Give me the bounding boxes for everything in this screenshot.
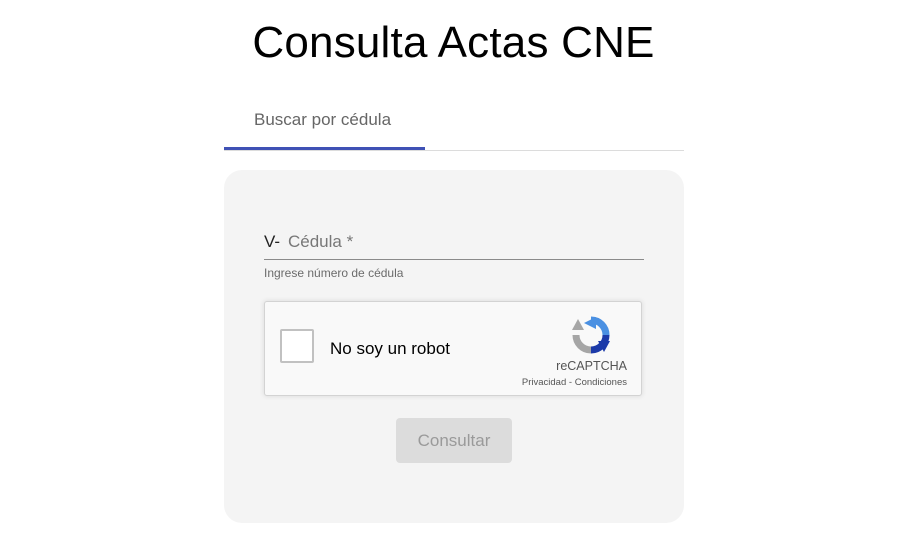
- recaptcha-brand: reCAPTCHA: [556, 359, 627, 373]
- recaptcha-privacy-link[interactable]: Privacidad: [522, 377, 566, 388]
- cedula-input[interactable]: [286, 228, 638, 256]
- consultar-button[interactable]: Consultar: [396, 418, 512, 463]
- recaptcha-links-separator: -: [566, 377, 575, 388]
- active-tab-indicator: [224, 147, 425, 150]
- recaptcha-links: Privacidad - Condiciones: [522, 377, 627, 388]
- recaptcha-logo-icon: [572, 316, 610, 354]
- page: Consulta Actas CNE Buscar por cédula V- …: [0, 0, 907, 536]
- page-title: Consulta Actas CNE: [252, 18, 655, 67]
- recaptcha-widget: No soy un robot reCAPTCHA Privacidad - C…: [264, 301, 642, 396]
- tab-buscar-por-cedula[interactable]: Buscar por cédula: [224, 95, 425, 150]
- cedula-prefix: V-: [264, 232, 281, 251]
- search-card: V- Ingrese número de cédula No soy un ro…: [224, 170, 684, 523]
- recaptcha-terms-link[interactable]: Condiciones: [575, 377, 627, 388]
- tab-bar: Buscar por cédula: [224, 95, 684, 151]
- cedula-field[interactable]: V-: [264, 228, 644, 260]
- recaptcha-label: No soy un robot: [330, 339, 451, 358]
- cedula-hint: Ingrese número de cédula: [264, 266, 404, 280]
- recaptcha-checkbox[interactable]: [280, 329, 314, 363]
- tab-label: Buscar por cédula: [254, 110, 392, 129]
